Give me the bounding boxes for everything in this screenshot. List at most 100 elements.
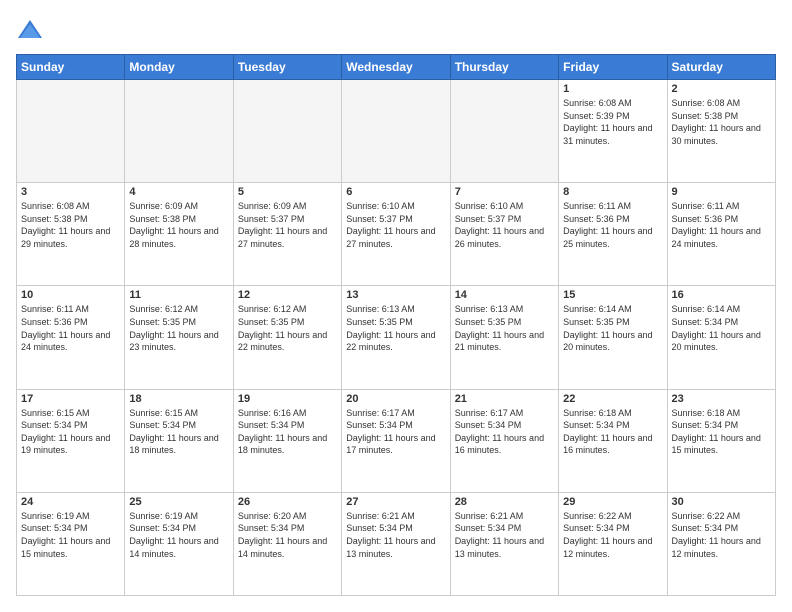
day-info: Sunrise: 6:21 AMSunset: 5:34 PMDaylight:… — [455, 510, 554, 560]
calendar-cell: 27 Sunrise: 6:21 AMSunset: 5:34 PMDayligh… — [342, 492, 450, 595]
calendar-cell: 10 Sunrise: 6:11 AMSunset: 5:36 PMDayligh… — [17, 286, 125, 389]
day-info: Sunrise: 6:10 AMSunset: 5:37 PMDaylight:… — [346, 200, 445, 250]
day-info: Sunrise: 6:15 AMSunset: 5:34 PMDaylight:… — [21, 407, 120, 457]
calendar-cell: 20 Sunrise: 6:17 AMSunset: 5:34 PMDayligh… — [342, 389, 450, 492]
day-info: Sunrise: 6:10 AMSunset: 5:37 PMDaylight:… — [455, 200, 554, 250]
calendar-cell: 12 Sunrise: 6:12 AMSunset: 5:35 PMDayligh… — [233, 286, 341, 389]
calendar-cell: 3 Sunrise: 6:08 AMSunset: 5:38 PMDaylight… — [17, 183, 125, 286]
day-number: 18 — [129, 393, 228, 405]
day-number: 21 — [455, 393, 554, 405]
day-info: Sunrise: 6:19 AMSunset: 5:34 PMDaylight:… — [129, 510, 228, 560]
day-number: 30 — [672, 496, 771, 508]
day-info: Sunrise: 6:18 AMSunset: 5:34 PMDaylight:… — [672, 407, 771, 457]
day-number: 27 — [346, 496, 445, 508]
day-info: Sunrise: 6:17 AMSunset: 5:34 PMDaylight:… — [346, 407, 445, 457]
calendar: SundayMondayTuesdayWednesdayThursdayFrid… — [16, 54, 776, 596]
day-info: Sunrise: 6:17 AMSunset: 5:34 PMDaylight:… — [455, 407, 554, 457]
calendar-cell: 17 Sunrise: 6:15 AMSunset: 5:34 PMDayligh… — [17, 389, 125, 492]
day-info: Sunrise: 6:09 AMSunset: 5:37 PMDaylight:… — [238, 200, 337, 250]
day-info: Sunrise: 6:16 AMSunset: 5:34 PMDaylight:… — [238, 407, 337, 457]
weekday-header-monday: Monday — [125, 55, 233, 80]
calendar-cell: 16 Sunrise: 6:14 AMSunset: 5:34 PMDayligh… — [667, 286, 775, 389]
calendar-cell: 24 Sunrise: 6:19 AMSunset: 5:34 PMDayligh… — [17, 492, 125, 595]
header — [16, 16, 776, 44]
day-number: 12 — [238, 289, 337, 301]
day-number: 16 — [672, 289, 771, 301]
weekday-header-sunday: Sunday — [17, 55, 125, 80]
day-info: Sunrise: 6:13 AMSunset: 5:35 PMDaylight:… — [455, 303, 554, 353]
day-info: Sunrise: 6:14 AMSunset: 5:35 PMDaylight:… — [563, 303, 662, 353]
day-number: 7 — [455, 186, 554, 198]
logo-icon — [16, 16, 44, 44]
day-info: Sunrise: 6:21 AMSunset: 5:34 PMDaylight:… — [346, 510, 445, 560]
day-number: 23 — [672, 393, 771, 405]
day-number: 25 — [129, 496, 228, 508]
calendar-cell: 26 Sunrise: 6:20 AMSunset: 5:34 PMDayligh… — [233, 492, 341, 595]
calendar-cell: 19 Sunrise: 6:16 AMSunset: 5:34 PMDayligh… — [233, 389, 341, 492]
day-info: Sunrise: 6:12 AMSunset: 5:35 PMDaylight:… — [129, 303, 228, 353]
day-info: Sunrise: 6:11 AMSunset: 5:36 PMDaylight:… — [21, 303, 120, 353]
day-number: 28 — [455, 496, 554, 508]
day-number: 20 — [346, 393, 445, 405]
day-number: 29 — [563, 496, 662, 508]
calendar-cell — [450, 80, 558, 183]
weekday-header-thursday: Thursday — [450, 55, 558, 80]
day-info: Sunrise: 6:08 AMSunset: 5:38 PMDaylight:… — [21, 200, 120, 250]
day-number: 3 — [21, 186, 120, 198]
day-info: Sunrise: 6:11 AMSunset: 5:36 PMDaylight:… — [563, 200, 662, 250]
calendar-cell: 18Sunrise: 6:15 AMSunset: 5:34 PMDayligh… — [125, 389, 233, 492]
day-info: Sunrise: 6:09 AMSunset: 5:38 PMDaylight:… — [129, 200, 228, 250]
calendar-cell: 11 Sunrise: 6:12 AMSunset: 5:35 PMDayligh… — [125, 286, 233, 389]
day-info: Sunrise: 6:22 AMSunset: 5:34 PMDaylight:… — [563, 510, 662, 560]
day-number: 8 — [563, 186, 662, 198]
calendar-cell: 30 Sunrise: 6:22 AMSunset: 5:34 PMDayligh… — [667, 492, 775, 595]
weekday-header-wednesday: Wednesday — [342, 55, 450, 80]
calendar-cell: 9Sunrise: 6:11 AMSunset: 5:36 PMDaylight… — [667, 183, 775, 286]
page: SundayMondayTuesdayWednesdayThursdayFrid… — [0, 0, 792, 612]
day-number: 22 — [563, 393, 662, 405]
day-number: 4 — [129, 186, 228, 198]
day-info: Sunrise: 6:13 AMSunset: 5:35 PMDaylight:… — [346, 303, 445, 353]
day-number: 2 — [672, 83, 771, 95]
calendar-cell: 29 Sunrise: 6:22 AMSunset: 5:34 PMDayligh… — [559, 492, 667, 595]
calendar-cell — [125, 80, 233, 183]
day-info: Sunrise: 6:19 AMSunset: 5:34 PMDaylight:… — [21, 510, 120, 560]
weekday-header-saturday: Saturday — [667, 55, 775, 80]
day-info: Sunrise: 6:08 AMSunset: 5:39 PMDaylight:… — [563, 97, 662, 147]
calendar-cell — [17, 80, 125, 183]
day-info: Sunrise: 6:11 AMSunset: 5:36 PMDaylight:… — [672, 200, 771, 250]
day-number: 5 — [238, 186, 337, 198]
day-info: Sunrise: 6:20 AMSunset: 5:34 PMDaylight:… — [238, 510, 337, 560]
day-number: 10 — [21, 289, 120, 301]
day-info: Sunrise: 6:22 AMSunset: 5:34 PMDaylight:… — [672, 510, 771, 560]
calendar-cell: 7 Sunrise: 6:10 AMSunset: 5:37 PMDaylight… — [450, 183, 558, 286]
calendar-cell: 28 Sunrise: 6:21 AMSunset: 5:34 PMDayligh… — [450, 492, 558, 595]
calendar-cell: 22Sunrise: 6:18 AMSunset: 5:34 PMDayligh… — [559, 389, 667, 492]
calendar-cell — [342, 80, 450, 183]
calendar-cell: 25 Sunrise: 6:19 AMSunset: 5:34 PMDayligh… — [125, 492, 233, 595]
day-number: 1 — [563, 83, 662, 95]
day-number: 24 — [21, 496, 120, 508]
day-number: 15 — [563, 289, 662, 301]
day-number: 6 — [346, 186, 445, 198]
calendar-cell: 2Sunrise: 6:08 AMSunset: 5:38 PMDaylight… — [667, 80, 775, 183]
day-info: Sunrise: 6:14 AMSunset: 5:34 PMDaylight:… — [672, 303, 771, 353]
day-info: Sunrise: 6:12 AMSunset: 5:35 PMDaylight:… — [238, 303, 337, 353]
calendar-cell: 4 Sunrise: 6:09 AMSunset: 5:38 PMDaylight… — [125, 183, 233, 286]
calendar-cell: 5 Sunrise: 6:09 AMSunset: 5:37 PMDaylight… — [233, 183, 341, 286]
calendar-cell: 1 Sunrise: 6:08 AMSunset: 5:39 PMDaylight… — [559, 80, 667, 183]
calendar-cell: 15 Sunrise: 6:14 AMSunset: 5:35 PMDayligh… — [559, 286, 667, 389]
calendar-cell: 23 Sunrise: 6:18 AMSunset: 5:34 PMDayligh… — [667, 389, 775, 492]
day-number: 19 — [238, 393, 337, 405]
day-number: 11 — [129, 289, 228, 301]
weekday-header-tuesday: Tuesday — [233, 55, 341, 80]
day-number: 14 — [455, 289, 554, 301]
weekday-header-friday: Friday — [559, 55, 667, 80]
day-number: 26 — [238, 496, 337, 508]
calendar-cell: 13Sunrise: 6:13 AMSunset: 5:35 PMDayligh… — [342, 286, 450, 389]
calendar-cell: 6 Sunrise: 6:10 AMSunset: 5:37 PMDaylight… — [342, 183, 450, 286]
calendar-cell: 21 Sunrise: 6:17 AMSunset: 5:34 PMDayligh… — [450, 389, 558, 492]
logo — [16, 16, 48, 44]
calendar-cell: 8 Sunrise: 6:11 AMSunset: 5:36 PMDaylight… — [559, 183, 667, 286]
day-number: 17 — [21, 393, 120, 405]
